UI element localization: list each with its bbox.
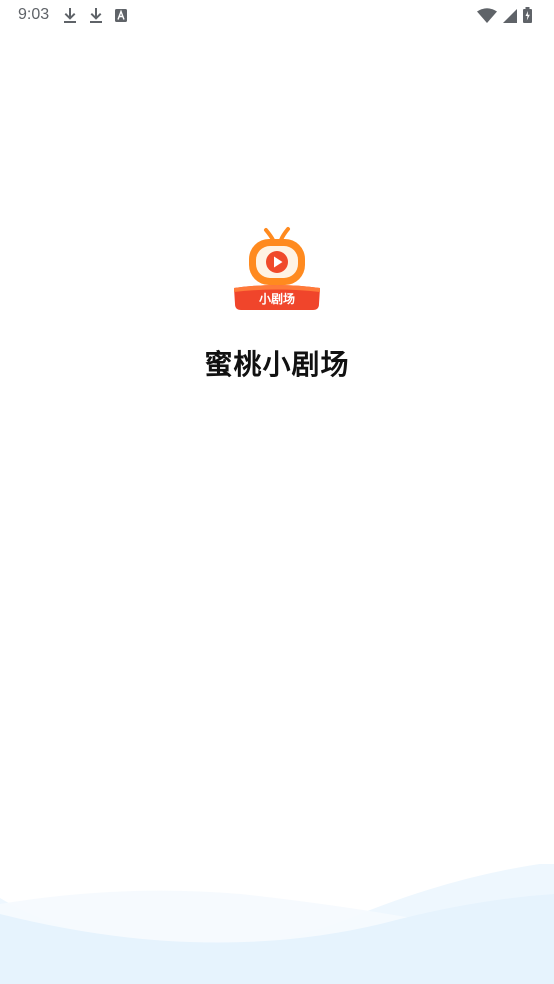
status-bar-right xyxy=(475,7,536,23)
download-icon xyxy=(89,7,103,23)
bottom-wave-decoration xyxy=(0,864,554,984)
cellular-signal-icon xyxy=(503,8,517,23)
wifi-icon xyxy=(477,7,497,23)
status-bar-left: 9:03 xyxy=(18,6,139,24)
tv-antenna-left xyxy=(264,228,275,242)
app-name: 蜜桃小剧场 xyxy=(204,348,350,381)
tv-antenna-right xyxy=(279,227,290,242)
battery-icon xyxy=(523,7,532,23)
download-icon xyxy=(63,7,77,23)
splash-screen: 9:03 小剧场 蜜桃小剧场 xyxy=(0,0,554,984)
keyboard-a-icon xyxy=(115,8,128,22)
status-time: 9:03 xyxy=(18,6,50,23)
app-logo: 小剧场 xyxy=(234,227,320,310)
logo-text: 小剧场 xyxy=(259,291,295,306)
status-bar: 9:03 xyxy=(0,0,554,30)
